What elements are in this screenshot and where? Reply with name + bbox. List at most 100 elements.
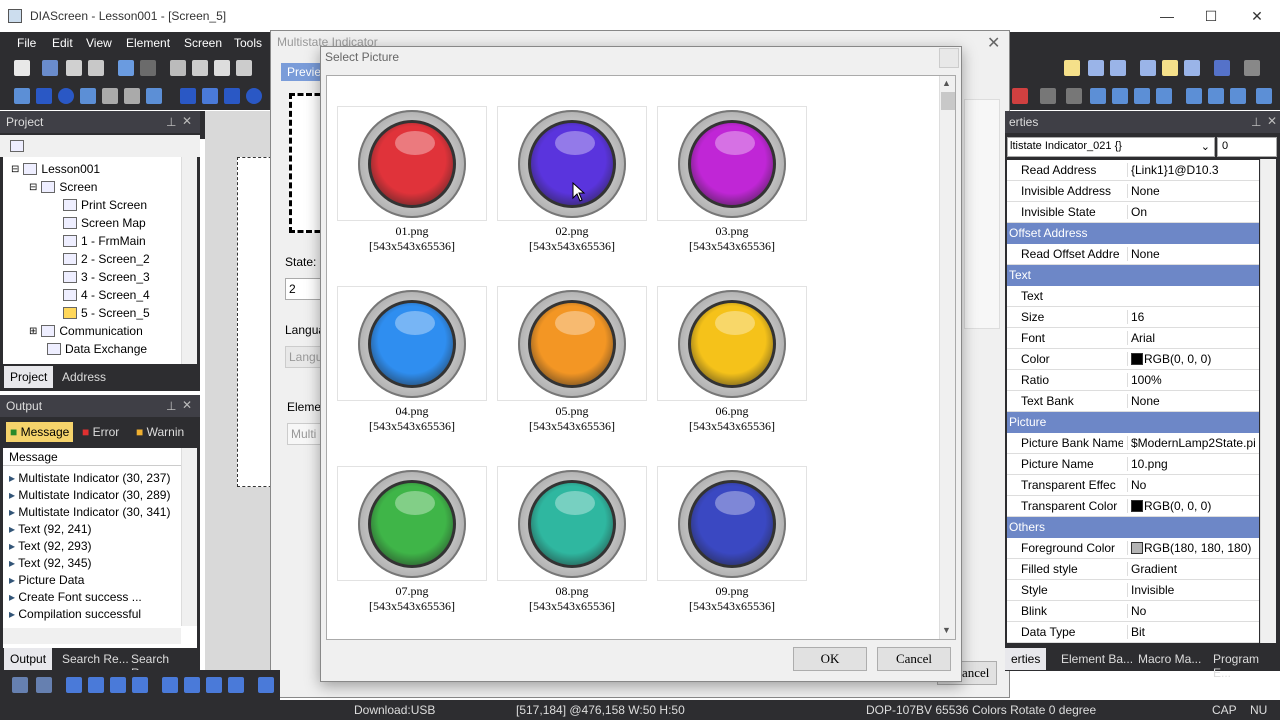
tab-element-bank[interactable]: Element Ba... bbox=[1055, 648, 1139, 670]
menu-screen[interactable]: Screen bbox=[184, 36, 222, 50]
property-value[interactable]: No bbox=[1127, 478, 1257, 492]
picture-thumbnail[interactable] bbox=[337, 466, 487, 581]
tab-search-results-2[interactable]: Search Re... bbox=[125, 648, 200, 680]
property-value[interactable]: None bbox=[1127, 394, 1257, 408]
picture-item[interactable]: 07.png [543x543x65536] bbox=[337, 466, 487, 626]
circle-icon[interactable] bbox=[58, 88, 74, 104]
tree-item-data-exchange[interactable]: Data Exchange bbox=[47, 342, 147, 356]
property-row[interactable]: Foreground Color RGB(180, 180, 180) bbox=[1007, 538, 1259, 559]
property-row[interactable]: Text Bank None bbox=[1007, 391, 1259, 412]
picture-item[interactable]: 05.png [543x543x65536] bbox=[497, 286, 647, 446]
property-value[interactable]: Bit bbox=[1127, 625, 1257, 639]
tree-item-screen-5[interactable]: 5 - Screen_5 bbox=[63, 306, 150, 320]
close-icon[interactable]: ✕ bbox=[182, 114, 192, 128]
backward-icon[interactable] bbox=[132, 677, 148, 693]
scroll-thumb[interactable] bbox=[941, 92, 955, 110]
state-field[interactable]: 2 bbox=[285, 278, 325, 300]
menu-element[interactable]: Element bbox=[126, 36, 170, 50]
align-left-icon[interactable] bbox=[162, 677, 178, 693]
message-column-header[interactable]: Message bbox=[3, 448, 197, 466]
property-category[interactable]: Offset Address bbox=[1007, 223, 1259, 244]
text-style-icon[interactable] bbox=[1064, 60, 1080, 76]
copy-icon[interactable] bbox=[192, 60, 208, 76]
menu-tools[interactable]: Tools bbox=[234, 36, 262, 50]
ungroup-icon[interactable] bbox=[36, 677, 52, 693]
list-item[interactable]: Multistate Indicator (30, 237) bbox=[9, 471, 170, 485]
forward-icon[interactable] bbox=[110, 677, 126, 693]
property-row[interactable]: Font Arial bbox=[1007, 328, 1259, 349]
align-bottom-icon[interactable] bbox=[228, 677, 244, 693]
project-scrollbar[interactable] bbox=[181, 157, 197, 364]
picture-thumbnail[interactable] bbox=[657, 286, 807, 401]
frame-2-icon[interactable] bbox=[1112, 88, 1128, 104]
property-row[interactable]: Data Type Bit bbox=[1007, 622, 1259, 643]
cut-icon[interactable] bbox=[170, 60, 186, 76]
property-row[interactable]: Style Invisible bbox=[1007, 580, 1259, 601]
switch-icon[interactable] bbox=[224, 88, 240, 104]
property-value[interactable]: RGB(0, 0, 0) bbox=[1127, 499, 1257, 513]
tree-item-communication[interactable]: ⊞ Communication bbox=[29, 324, 143, 338]
align-3-icon[interactable] bbox=[1230, 88, 1246, 104]
property-value[interactable]: No bbox=[1127, 604, 1257, 618]
tab-properties[interactable]: erties bbox=[1005, 648, 1047, 670]
picture-item[interactable]: 03.png [543x543x65536] bbox=[657, 106, 807, 266]
picture-item[interactable]: 01.png [543x543x65536] bbox=[337, 106, 487, 266]
save-as-icon[interactable] bbox=[88, 60, 104, 76]
property-row[interactable]: Blink No bbox=[1007, 601, 1259, 622]
chevron-down-icon[interactable]: ⌄ bbox=[1201, 140, 1210, 153]
tree-item-screen[interactable]: ⊟ Screen bbox=[29, 180, 97, 194]
property-value[interactable]: RGB(0, 0, 0) bbox=[1127, 352, 1257, 366]
close-icon[interactable]: ✕ bbox=[987, 33, 1000, 53]
pin-icon[interactable]: ⊥ bbox=[166, 399, 176, 413]
undo-icon[interactable] bbox=[118, 60, 134, 76]
property-row[interactable]: Filled style Gradient bbox=[1007, 559, 1259, 580]
menu-view[interactable]: View bbox=[86, 36, 112, 50]
output-scrollbar[interactable] bbox=[181, 448, 197, 626]
list-item[interactable]: Compilation successful bbox=[9, 607, 141, 621]
property-value[interactable]: RGB(180, 180, 180) bbox=[1127, 541, 1257, 555]
close-button[interactable] bbox=[939, 48, 959, 68]
text-align-icon[interactable] bbox=[1244, 60, 1260, 76]
align-center-icon[interactable] bbox=[184, 677, 200, 693]
link-icon[interactable] bbox=[1040, 88, 1056, 104]
tree-item-lesson001[interactable]: ⊟ Lesson001 bbox=[11, 162, 100, 176]
list-item[interactable]: Text (92, 345) bbox=[9, 556, 91, 570]
property-row[interactable]: Color RGB(0, 0, 0) bbox=[1007, 349, 1259, 370]
property-value[interactable]: 16 bbox=[1127, 310, 1257, 324]
project-settings-icon[interactable] bbox=[10, 140, 24, 152]
align-top-icon[interactable] bbox=[206, 677, 222, 693]
text-size-down-icon[interactable] bbox=[1110, 60, 1126, 76]
bring-front-icon[interactable] bbox=[66, 677, 82, 693]
output-hscrollbar[interactable] bbox=[3, 628, 181, 644]
properties-scrollbar[interactable] bbox=[1260, 159, 1276, 643]
tab-macro-manager[interactable]: Macro Ma... bbox=[1132, 648, 1207, 670]
tree-item-screen-map[interactable]: Screen Map bbox=[63, 216, 146, 230]
delete-icon[interactable] bbox=[1012, 88, 1028, 104]
screen-canvas[interactable] bbox=[205, 111, 277, 671]
scroll-down-icon[interactable]: ▼ bbox=[942, 625, 951, 635]
list-item[interactable]: Multistate Indicator (30, 341) bbox=[9, 505, 170, 519]
list-item[interactable]: Text (92, 241) bbox=[9, 522, 91, 536]
frame-3-icon[interactable] bbox=[1134, 88, 1150, 104]
send-back-icon[interactable] bbox=[88, 677, 104, 693]
picture-item[interactable]: 04.png [543x543x65536] bbox=[337, 286, 487, 446]
tab-project[interactable]: Project bbox=[4, 366, 54, 388]
property-row[interactable]: Text bbox=[1007, 286, 1259, 307]
picture-thumbnail[interactable] bbox=[497, 286, 647, 401]
property-category[interactable]: Others bbox=[1007, 517, 1259, 538]
property-value[interactable]: 100% bbox=[1127, 373, 1257, 387]
maximize-button[interactable]: ☐ bbox=[1188, 0, 1234, 32]
property-row[interactable]: Transparent Color RGB(0, 0, 0) bbox=[1007, 496, 1259, 517]
pin-icon[interactable]: ⊥ bbox=[166, 115, 176, 129]
group-icon[interactable] bbox=[12, 677, 28, 693]
property-value[interactable]: 10.png bbox=[1127, 457, 1257, 471]
property-row[interactable]: Read Address {Link1}1@D10.3 bbox=[1007, 160, 1259, 181]
property-row[interactable]: Picture Name 10.png bbox=[1007, 454, 1259, 475]
frame-icon[interactable] bbox=[1090, 88, 1106, 104]
property-value[interactable]: None bbox=[1127, 247, 1257, 261]
property-value[interactable]: {Link1}1@D10.3 bbox=[1127, 163, 1257, 177]
tree-item-screen-1[interactable]: 1 - FrmMain bbox=[63, 234, 146, 248]
rectangle-icon[interactable] bbox=[36, 88, 52, 104]
warning-filter-button[interactable]: ■ Warnin bbox=[136, 425, 184, 439]
property-value[interactable]: On bbox=[1127, 205, 1257, 219]
